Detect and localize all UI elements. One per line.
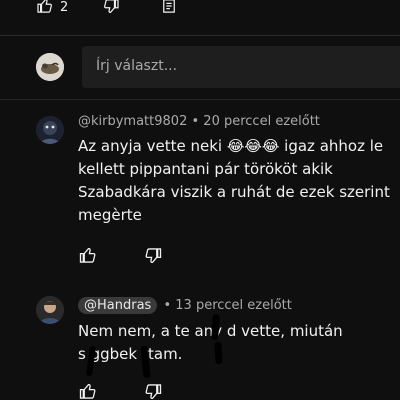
reply-placeholder: Írj választ...	[96, 58, 178, 74]
meta-separator: •	[163, 298, 176, 313]
comment-username[interactable]: @kirbymatt9802	[78, 114, 187, 129]
avatar[interactable]	[36, 296, 64, 324]
comment-line: megèrte	[78, 206, 142, 224]
note-icon	[162, 0, 176, 17]
thumbs-up-icon	[36, 0, 54, 17]
mention-badge[interactable]: @Handras	[78, 297, 158, 314]
comment-text: Nem nem, a te any d vette, miután s ggbe…	[78, 320, 398, 366]
comment-line: Szabadkára viszik a ruhát de ezek szerin…	[78, 183, 390, 201]
avatar	[36, 53, 64, 81]
dislike-button[interactable]	[102, 0, 120, 17]
note-button[interactable]	[162, 0, 176, 17]
thumbs-up-icon[interactable]	[79, 383, 97, 400]
comment-line: s ggbek rtam.	[78, 345, 183, 363]
comment-meta: @kirbymatt9802 • 20 perccel ezelőtt	[78, 114, 320, 129]
redaction-mark	[214, 341, 223, 365]
like-button[interactable]: 2	[36, 0, 69, 17]
like-count: 2	[60, 0, 69, 15]
comment-timestamp[interactable]: 13 perccel ezelőtt	[175, 298, 292, 313]
comments-panel: 2 Írj választ... @kirbymatt9802 • 20 per…	[0, 0, 400, 400]
divider	[0, 35, 400, 36]
avatar[interactable]	[36, 116, 64, 144]
thumbs-down-icon[interactable]	[144, 384, 162, 400]
thumbs-up-icon[interactable]	[79, 247, 97, 267]
divider	[0, 99, 400, 100]
comment-text: Az anyja vette neki 😂😂😂 igaz ahhoz le ke…	[78, 135, 398, 227]
comment-line: Az anyja vette neki 😂😂😂 igaz ahhoz le	[78, 137, 384, 155]
comment-timestamp[interactable]: 20 perccel ezelőtt	[203, 114, 320, 129]
thumbs-down-icon	[102, 0, 120, 17]
comment-line: kellett pippantani pár törököt akik	[78, 160, 333, 178]
comment-line: Nem nem, a te any d vette, miután	[78, 322, 343, 340]
comment-meta: @Handras • 13 perccel ezelőtt	[78, 297, 292, 314]
thumbs-down-icon[interactable]	[144, 248, 162, 267]
reply-input[interactable]: Írj választ...	[82, 46, 400, 88]
meta-separator: •	[191, 114, 204, 129]
